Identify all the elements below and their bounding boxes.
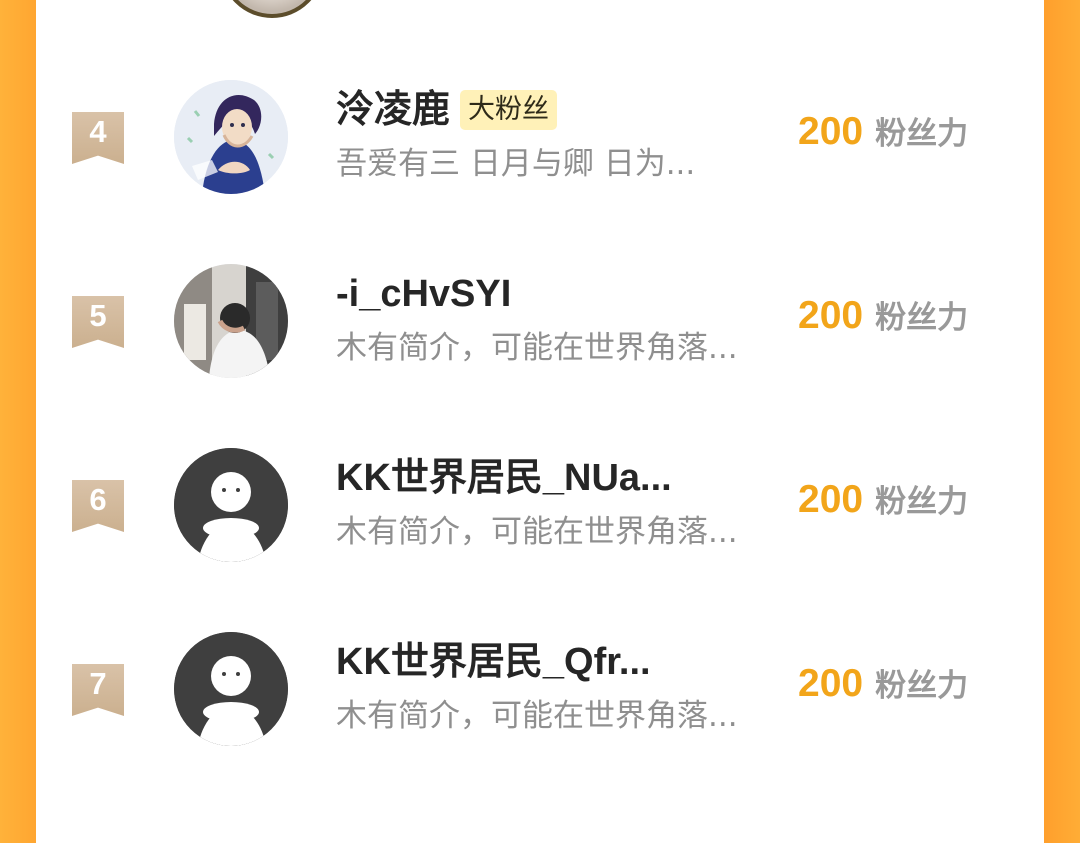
score-value: 200 — [798, 478, 864, 521]
ranking-row[interactable]: 7 KK世界居民_Qfr... 木有简介，可能在世界角落... 200 粉丝力 — [36, 632, 1044, 816]
score-unit: 粉丝力 — [875, 116, 969, 152]
partial-avatar-rank-3[interactable] — [220, 0, 324, 18]
fan-power-score: 200 粉丝力 — [798, 107, 968, 159]
score-unit: 粉丝力 — [875, 484, 969, 520]
username-line: KK世界居民_Qfr... — [336, 640, 651, 684]
score-unit: 粉丝力 — [875, 668, 969, 704]
ranking-row[interactable]: 4 泠凌鹿 大粉丝 吾爱有三 日月与卿 日为... 200 粉丝力 — [36, 80, 1044, 264]
default-avatar-icon[interactable] — [174, 632, 288, 746]
username[interactable]: KK世界居民_NUa... — [336, 456, 672, 500]
score-value: 200 — [798, 110, 864, 153]
rank-badge: 6 — [72, 480, 124, 532]
username-line: 泠凌鹿 大粉丝 — [336, 88, 558, 132]
fan-power-score: 200 粉丝力 — [798, 659, 968, 711]
username[interactable]: 泠凌鹿 — [336, 88, 450, 132]
photo-person-icon — [174, 264, 288, 378]
user-bio: 木有简介，可能在世界角落... — [336, 698, 738, 734]
fan-level-badge: 大粉丝 — [460, 90, 558, 130]
default-avatar-icon[interactable] — [174, 448, 288, 562]
username-line: -i_cHvSYI — [336, 272, 511, 316]
username[interactable]: -i_cHvSYI — [336, 272, 511, 316]
rank-number: 7 — [89, 666, 107, 701]
anime-character-icon — [174, 80, 288, 194]
user-bio: 吾爱有三 日月与卿 日为... — [336, 146, 696, 182]
default-person-icon — [174, 632, 288, 746]
default-person-icon — [174, 448, 288, 562]
rank-number: 6 — [89, 482, 107, 517]
user-bio: 木有简介，可能在世界角落... — [336, 514, 738, 550]
score-unit: 粉丝力 — [875, 300, 969, 336]
anime-character-avatar[interactable] — [174, 80, 288, 194]
fan-power-score: 200 粉丝力 — [798, 291, 968, 343]
rank-number: 5 — [89, 298, 107, 333]
user-bio: 木有简介，可能在世界角落... — [336, 330, 738, 366]
score-value: 200 — [798, 294, 864, 337]
score-value: 200 — [798, 662, 864, 705]
ranking-panel: 4 泠凌鹿 大粉丝 吾爱有三 日月与卿 日为... 200 粉丝力 5 -i_c… — [36, 0, 1044, 843]
username-line: KK世界居民_NUa... — [336, 456, 672, 500]
photo-person-avatar[interactable] — [174, 264, 288, 378]
rank-badge: 7 — [72, 664, 124, 716]
rank-number: 4 — [89, 114, 107, 149]
ranking-row[interactable]: 6 KK世界居民_NUa... 木有简介，可能在世界角落... 200 粉丝力 — [36, 448, 1044, 632]
rank-badge: 4 — [72, 112, 124, 164]
fan-power-score: 200 粉丝力 — [798, 475, 968, 527]
rank-badge: 5 — [72, 296, 124, 348]
username[interactable]: KK世界居民_Qfr... — [336, 640, 651, 684]
ranking-row[interactable]: 5 -i_cHvSYI 木有简介，可能在世界角落... 200 粉丝力 — [36, 264, 1044, 448]
